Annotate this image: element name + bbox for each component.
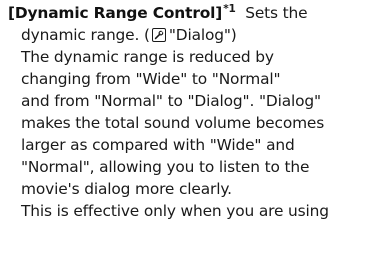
description-line: changing from "Wide" to "Normal": [21, 69, 281, 89]
description-text: and from "Normal" to "Dialog". "Dialog": [21, 92, 321, 110]
description-line: "Normal", allowing you to listen to the: [21, 157, 309, 177]
description-line: and from "Normal" to "Dialog". "Dialog": [21, 91, 321, 111]
description-text: dynamic range. (: [21, 26, 150, 44]
description-line: dynamic range. ( "Dialog"): [21, 25, 237, 45]
document-page: [Dynamic Range Control]*1 Sets the dynam…: [0, 0, 366, 266]
description-line: movie's dialog more clearly.: [21, 179, 232, 199]
description-text: Sets the: [245, 4, 308, 22]
description-text: The dynamic range is reduced by: [21, 48, 274, 66]
footnote-marker: *1: [223, 3, 236, 15]
description-line: This is effective only when you are usin…: [21, 201, 329, 221]
description-text: "Normal", allowing you to listen to the: [21, 158, 310, 176]
description-text: makes the total sound volume becomes: [21, 114, 325, 132]
description-text: larger as compared with "Wide" and: [21, 136, 295, 154]
description-line: larger as compared with "Wide" and: [21, 135, 295, 155]
description-text: "Dialog"): [168, 26, 237, 44]
description-text: This is effective only when you are usin…: [21, 202, 329, 220]
setting-title: [Dynamic Range Control]: [8, 4, 223, 22]
description-text: movie's dialog more clearly.: [21, 180, 232, 198]
description-text: changing from "Wide" to "Normal": [21, 70, 281, 88]
description-line: The dynamic range is reduced by: [21, 47, 274, 67]
wrench-icon: [151, 28, 166, 42]
setting-entry-header: [Dynamic Range Control]*1 Sets the: [8, 3, 308, 25]
description-line: makes the total sound volume becomes: [21, 113, 324, 133]
